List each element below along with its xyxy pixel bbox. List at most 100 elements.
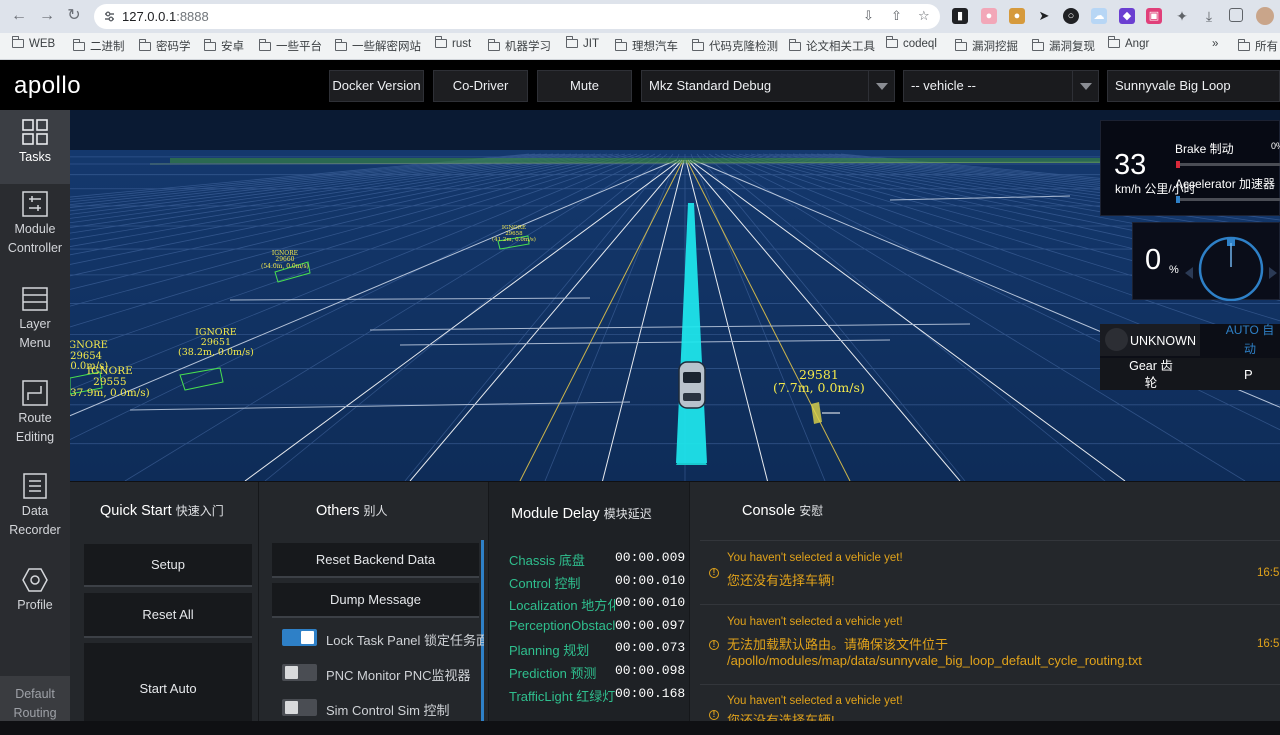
scene-view[interactable]: IGNORE 29654 , 0.0m/s) IGNORE 29555 37.9… xyxy=(70,110,1280,481)
bookmark-label: 密码学 xyxy=(156,41,191,53)
brake-bar-fill xyxy=(1176,161,1180,168)
side-panel-icon[interactable] xyxy=(1229,8,1243,22)
address-bar[interactable]: 127.0.0.1:8888 ⇩ ⇧ ☆ xyxy=(94,4,940,29)
route-icon xyxy=(22,380,48,406)
extension-icon[interactable]: ● xyxy=(981,8,997,24)
sidebar-item-data-recorder[interactable]: Data Recorder xyxy=(0,472,70,544)
setup-button[interactable]: Setup xyxy=(84,544,252,587)
all-bookmarks-folder[interactable]: 所有 xyxy=(1238,38,1278,55)
site-info-icon[interactable] xyxy=(103,10,116,23)
sidebar-item-layer-menu[interactable]: Layer Menu xyxy=(0,285,70,357)
bookmark-folder[interactable]: codeql xyxy=(886,36,937,55)
bookmark-label: 二进制 xyxy=(90,41,125,53)
forward-icon[interactable]: → xyxy=(38,7,56,25)
console-message: You haven't selected a vehicle yet! ! 您还… xyxy=(700,685,1280,721)
bookmark-folder[interactable]: 密码学 xyxy=(139,38,191,55)
dump-message-button[interactable]: Dump Message xyxy=(272,583,479,618)
folder-icon xyxy=(435,36,447,48)
warning-icon: ! xyxy=(709,568,719,578)
console-message-en: You haven't selected a vehicle yet! xyxy=(727,616,903,628)
bookmark-folder[interactable]: 漏洞挖掘 xyxy=(955,38,1018,55)
gear-value-box: P xyxy=(1200,358,1280,390)
gear-label: Gear 齿轮 xyxy=(1129,359,1173,390)
url-port: :8888 xyxy=(176,9,209,24)
bookmark-label: 理想汽车 xyxy=(632,41,678,53)
bookmark-folder[interactable]: 二进制 xyxy=(73,38,125,55)
bookmark-label: Angr xyxy=(1125,38,1150,50)
sidebar-item-route-editing[interactable]: Route Editing xyxy=(0,379,70,451)
extension-icon[interactable]: ◆ xyxy=(1119,8,1135,24)
bookmark-folder[interactable]: 机器学习 xyxy=(488,38,551,55)
document-icon xyxy=(23,473,47,499)
sidebar-item-default-routing[interactable]: Default Routing xyxy=(0,676,70,721)
extension-icon[interactable]: ▣ xyxy=(1146,8,1162,24)
lock-task-panel-toggle[interactable] xyxy=(282,629,317,646)
sidebar-item-label: Layer xyxy=(19,317,51,331)
obstacle-info: (38.2m, 0.0m/s) xyxy=(178,346,254,358)
accelerator-bar xyxy=(1176,196,1280,203)
obstacle-label: IGNORE 29660 (54.0m, 0.0m/s) xyxy=(261,250,309,270)
map-select[interactable]: Sunnyvale Big Loop xyxy=(1107,70,1280,102)
warning-icon: ! xyxy=(709,710,719,720)
bookmark-folder[interactable]: 论文相关工具 xyxy=(789,38,875,55)
docker-version-button[interactable]: Docker Version xyxy=(329,70,424,102)
sidebar-item-label: Recorder xyxy=(9,523,61,537)
others-title-zh: 别人 xyxy=(363,504,388,518)
bookmark-folder[interactable]: 一些解密网站 xyxy=(335,38,421,55)
sidebar-item-module-controller[interactable]: Module Controller xyxy=(0,190,70,262)
bookmark-folder[interactable]: 安卓 xyxy=(204,38,244,55)
sidebar-item-label: Module xyxy=(14,222,56,236)
avatar[interactable] xyxy=(1256,7,1274,25)
mute-button[interactable]: Mute xyxy=(537,70,632,102)
start-auto-button[interactable]: Start Auto xyxy=(84,643,252,721)
profile-icon xyxy=(22,568,48,592)
download-icon[interactable]: ⤓ xyxy=(1201,8,1217,24)
quick-start-title: Quick Start 快速入门 xyxy=(100,502,224,519)
delay-module-value: 00:00.010 xyxy=(615,595,686,610)
delay-module-name: Chassis 底盘 xyxy=(509,553,585,568)
pnc-monitor-label: PNC Monitor PNC监视器 xyxy=(326,668,471,683)
status-panel: UNKNOWN AUTO 自动 Gear 齿轮 P xyxy=(1100,321,1280,390)
delay-module-name: Planning 规划 xyxy=(509,643,590,658)
mode-select[interactable]: Mkz Standard Debug xyxy=(641,70,895,102)
bookmark-folder[interactable]: WEB xyxy=(12,36,55,55)
delay-module-value: 00:00.073 xyxy=(615,640,686,655)
console-message-en: You haven't selected a vehicle yet! xyxy=(727,695,903,707)
cloud-icon[interactable]: ☁ xyxy=(1091,8,1107,24)
pnc-monitor-toggle[interactable] xyxy=(282,664,317,681)
bookmark-folder[interactable]: 代码克隆检测 xyxy=(692,38,778,55)
cursor-icon[interactable]: ➤ xyxy=(1036,8,1052,24)
extensions-puzzle-icon[interactable]: ✦ xyxy=(1174,8,1190,24)
vehicle-select[interactable]: -- vehicle -- xyxy=(903,70,1099,102)
auto-mode-label[interactable]: AUTO 自动 xyxy=(1220,321,1280,359)
bookmark-star-icon[interactable]: ☆ xyxy=(918,8,930,24)
folder-icon xyxy=(566,36,578,48)
console-message-en: You haven't selected a vehicle yet! xyxy=(727,552,903,564)
reset-all-button[interactable]: Reset All xyxy=(84,593,252,638)
bookmark-folder[interactable]: 理想汽车 xyxy=(615,38,678,55)
url-text[interactable]: 127.0.0.1:8888 xyxy=(122,9,209,24)
cookie-icon[interactable]: ● xyxy=(1009,8,1025,24)
reload-icon[interactable]: ↻ xyxy=(65,7,83,25)
brake-value: 0% xyxy=(1271,141,1280,151)
sidebar-item-profile[interactable]: Profile xyxy=(0,566,70,618)
sidebar-item-tasks[interactable]: Tasks xyxy=(0,110,70,184)
bookmark-folder[interactable]: rust xyxy=(435,36,471,55)
sim-control-toggle[interactable] xyxy=(282,699,317,716)
back-icon[interactable]: ← xyxy=(10,7,28,25)
install-icon[interactable]: ⇩ xyxy=(863,8,874,24)
share-icon[interactable]: ⇧ xyxy=(891,8,902,24)
bookmark-folder[interactable]: Angr xyxy=(1108,36,1150,55)
folder-icon xyxy=(488,39,500,51)
bookmark-folder[interactable]: 一些平台 xyxy=(259,38,322,55)
bookmark-folder[interactable]: JIT xyxy=(566,36,599,55)
map-select-value: Sunnyvale Big Loop xyxy=(1115,78,1231,93)
bookmarks-overflow-button[interactable]: » xyxy=(1212,38,1218,55)
extension-icon[interactable]: ○ xyxy=(1063,8,1079,24)
reset-backend-data-button[interactable]: Reset Backend Data xyxy=(272,543,479,578)
app-header: apollo Docker Version Co-Driver Mute Mkz… xyxy=(0,60,1280,110)
co-driver-button[interactable]: Co-Driver xyxy=(433,70,528,102)
extension-icon[interactable]: ▮ xyxy=(952,8,968,24)
chevron-down-icon xyxy=(868,71,894,101)
bookmark-folder[interactable]: 漏洞复现 xyxy=(1032,38,1095,55)
